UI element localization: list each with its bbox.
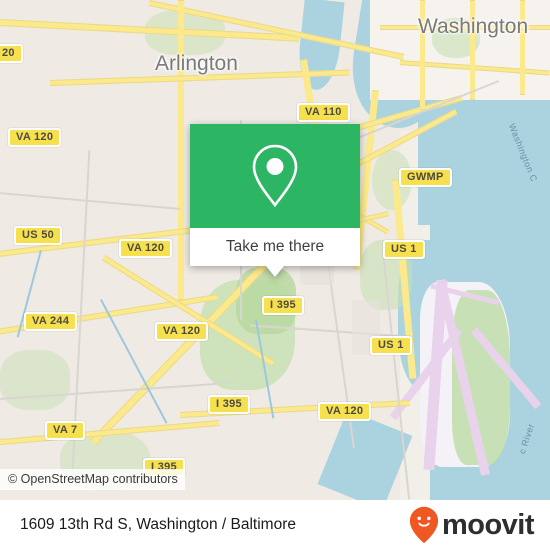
destination-card[interactable]: Take me there	[190, 124, 360, 277]
card-pointer-tail	[266, 266, 284, 277]
card-pin-area	[190, 124, 360, 228]
osm-attribution[interactable]: © OpenStreetMap contributors	[0, 469, 185, 490]
take-me-there-label: Take me there	[225, 238, 325, 255]
shield-va-120-cut[interactable]: 20	[0, 44, 23, 63]
footer-address-label: 1609 13th Rd S, Washington / Baltimore	[20, 516, 296, 533]
shield-i-395-mid[interactable]: I 395	[208, 395, 250, 414]
footer-bar: 1609 13th Rd S, Washington / Baltimore m…	[0, 500, 550, 550]
shield-va-110[interactable]: VA 110	[297, 103, 350, 122]
shield-gwmp[interactable]: GWMP	[399, 168, 452, 187]
moovit-map-screenshot: Arlington Washington Washington C c Rive…	[0, 0, 550, 550]
road-va120-vertical	[178, 0, 184, 300]
moovit-logo[interactable]: moovit	[409, 506, 535, 544]
shield-va-7[interactable]: VA 7	[45, 421, 86, 440]
place-label-washington: Washington	[418, 15, 529, 38]
park-green-west	[0, 350, 70, 410]
shield-us-1-south[interactable]: US 1	[370, 336, 412, 355]
moovit-smiley-pin-icon	[409, 506, 439, 544]
shield-va-120-south[interactable]: VA 120	[155, 322, 209, 341]
shield-i-395-north[interactable]: I 395	[262, 296, 304, 315]
shield-va-244[interactable]: VA 244	[24, 312, 78, 331]
shield-us-50[interactable]: US 50	[14, 226, 63, 245]
shield-va-120-east[interactable]: VA 120	[318, 402, 372, 421]
shield-va-120-mid[interactable]: VA 120	[119, 239, 173, 258]
take-me-there-button[interactable]: Take me there	[190, 228, 360, 266]
map-pin-icon	[252, 144, 298, 208]
shield-va-120-west[interactable]: VA 120	[8, 128, 62, 147]
map-canvas[interactable]: Arlington Washington Washington C c Rive…	[0, 0, 550, 500]
place-label-arlington: Arlington	[155, 52, 238, 75]
shield-us-1-north[interactable]: US 1	[383, 240, 425, 259]
moovit-wordmark: moovit	[441, 508, 535, 541]
